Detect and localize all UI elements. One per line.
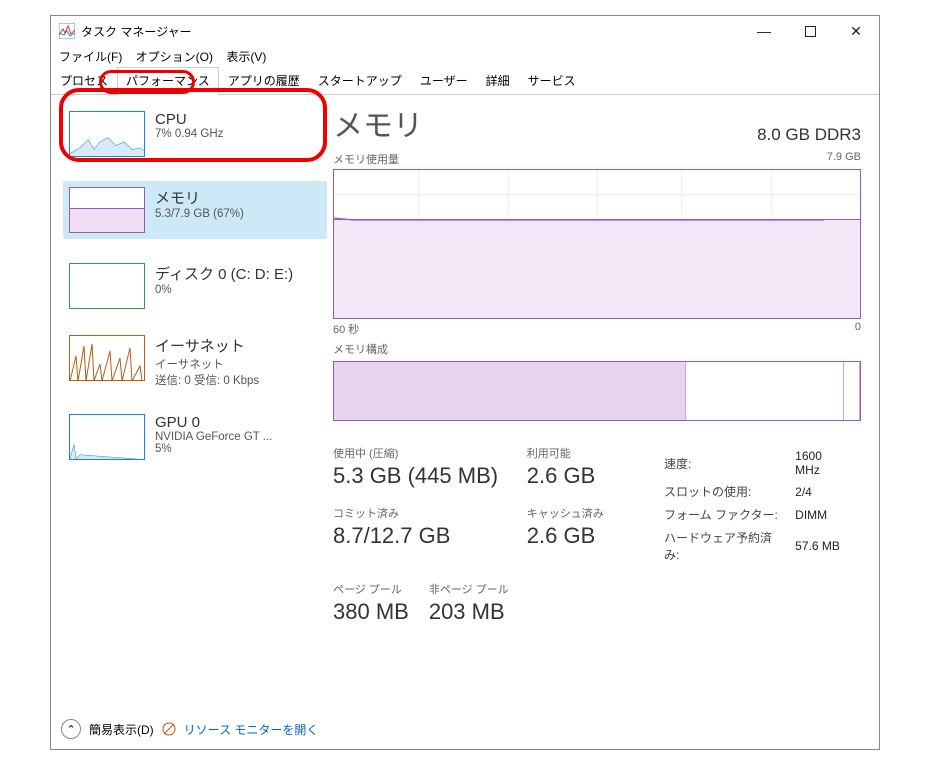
ethernet-sub: イーサネット [155, 356, 259, 372]
reserved-label: ハードウェア予約済み: [664, 527, 793, 565]
minimize-button[interactable]: — [741, 16, 787, 46]
sidebar-item-memory[interactable]: メモリ 5.3/7.9 GB (67%) [63, 181, 327, 239]
gpu-sub: NVIDIA GeForce GT ... [155, 431, 272, 443]
window-title: タスク マネージャー [81, 23, 741, 40]
tabstrip: プロセス パフォーマンス アプリの履歴 スタートアップ ユーザー 詳細 サービス [51, 67, 879, 95]
paged-value: 380 MB [333, 599, 409, 625]
sidebar-item-cpu[interactable]: CPU 7% 0.94 GHz [63, 105, 327, 163]
speed-value: 1600 MHz [795, 447, 859, 479]
committed-value: 8.7/12.7 GB [333, 523, 499, 549]
tab-startup[interactable]: スタートアップ [309, 67, 411, 94]
menu-view[interactable]: 表示(V) [226, 48, 266, 65]
slots-label: スロットの使用: [664, 481, 793, 502]
disk-title: ディスク 0 (C: D: E:) [155, 263, 293, 284]
memory-details-table: 速度:1600 MHz スロットの使用:2/4 フォーム ファクター:DIMM … [662, 445, 861, 567]
cpu-title: CPU [155, 111, 223, 128]
tab-details[interactable]: 詳細 [477, 67, 519, 94]
menubar: ファイル(F) オプション(O) 表示(V) [51, 46, 879, 67]
usage-chart-max: 7.9 GB [827, 151, 861, 167]
slots-value: 2/4 [795, 481, 859, 502]
memory-sub: 5.3/7.9 GB (67%) [155, 208, 244, 220]
form-label: フォーム ファクター: [664, 504, 793, 525]
memory-total: 8.0 GB DDR3 [757, 125, 861, 145]
menu-file[interactable]: ファイル(F) [59, 48, 122, 65]
close-button[interactable]: ✕ [833, 16, 879, 46]
in-use-label: 使用中 (圧縮) [333, 445, 499, 461]
ethernet-thumbnail-graph [69, 335, 145, 381]
nonpaged-value: 203 MB [429, 599, 509, 625]
speed-label: 速度: [664, 447, 793, 479]
fewer-details-icon[interactable]: ⌃ [61, 719, 81, 739]
titlebar[interactable]: タスク マネージャー — ✕ [51, 16, 879, 46]
fewer-details-link[interactable]: 簡易表示(D) [89, 721, 154, 738]
memory-thumbnail-graph [69, 187, 145, 233]
nonpaged-label: 非ページ プール [429, 581, 509, 597]
paged-label: ページ プール [333, 581, 409, 597]
sidebar-item-ethernet[interactable]: イーサネット イーサネット 送信: 0 受信: 0 Kbps [63, 329, 327, 394]
available-value: 2.6 GB [527, 463, 634, 489]
resmon-icon [162, 722, 176, 736]
form-value: DIMM [795, 504, 859, 525]
memory-usage-chart [333, 169, 861, 319]
tab-performance[interactable]: パフォーマンス [117, 67, 219, 95]
tab-users[interactable]: ユーザー [411, 67, 477, 94]
disk-sub: 0% [155, 284, 293, 296]
disk-thumbnail-graph [69, 263, 145, 309]
open-resource-monitor-link[interactable]: リソース モニターを開く [184, 721, 319, 738]
sidebar-item-disk[interactable]: ディスク 0 (C: D: E:) 0% [63, 257, 327, 315]
main-title: メモリ [333, 101, 423, 145]
in-use-value: 5.3 GB (445 MB) [333, 463, 499, 489]
tab-app-history[interactable]: アプリの履歴 [219, 67, 309, 94]
app-icon [59, 23, 75, 39]
maximize-button[interactable] [787, 16, 833, 46]
cached-value: 2.6 GB [527, 523, 634, 549]
x-axis-left: 60 秒 [333, 321, 359, 337]
ethernet-title: イーサネット [155, 335, 259, 356]
tab-services[interactable]: サービス [519, 67, 585, 94]
cached-label: キャッシュ済み [527, 505, 634, 521]
committed-label: コミット済み [333, 505, 499, 521]
tab-processes[interactable]: プロセス [51, 67, 117, 94]
memory-title: メモリ [155, 187, 244, 208]
available-label: 利用可能 [527, 445, 634, 461]
sidebar: CPU 7% 0.94 GHz メモリ 5.3/7.9 GB (67%) [51, 95, 327, 725]
cpu-thumbnail-graph [69, 111, 145, 157]
gpu-thumbnail-graph [69, 414, 145, 460]
usage-chart-label: メモリ使用量 [333, 151, 399, 167]
reserved-value: 57.6 MB [795, 527, 859, 565]
task-manager-window: タスク マネージャー — ✕ ファイル(F) オプション(O) 表示(V) プロ… [50, 15, 880, 750]
cpu-sub: 7% 0.94 GHz [155, 128, 223, 140]
memory-composition-chart [333, 361, 861, 421]
ethernet-sub2: 送信: 0 受信: 0 Kbps [155, 372, 259, 388]
gpu-title: GPU 0 [155, 414, 272, 431]
main-panel: メモリ 8.0 GB DDR3 メモリ使用量 7.9 GB 60 秒 0 [327, 95, 879, 725]
footer: ⌃ 簡易表示(D) リソース モニターを開く [61, 719, 318, 739]
composition-label: メモリ構成 [333, 341, 388, 357]
sidebar-item-gpu[interactable]: GPU 0 NVIDIA GeForce GT ... 5% [63, 408, 327, 466]
menu-options[interactable]: オプション(O) [136, 48, 213, 65]
gpu-sub2: 5% [155, 443, 272, 455]
x-axis-right: 0 [855, 321, 861, 337]
